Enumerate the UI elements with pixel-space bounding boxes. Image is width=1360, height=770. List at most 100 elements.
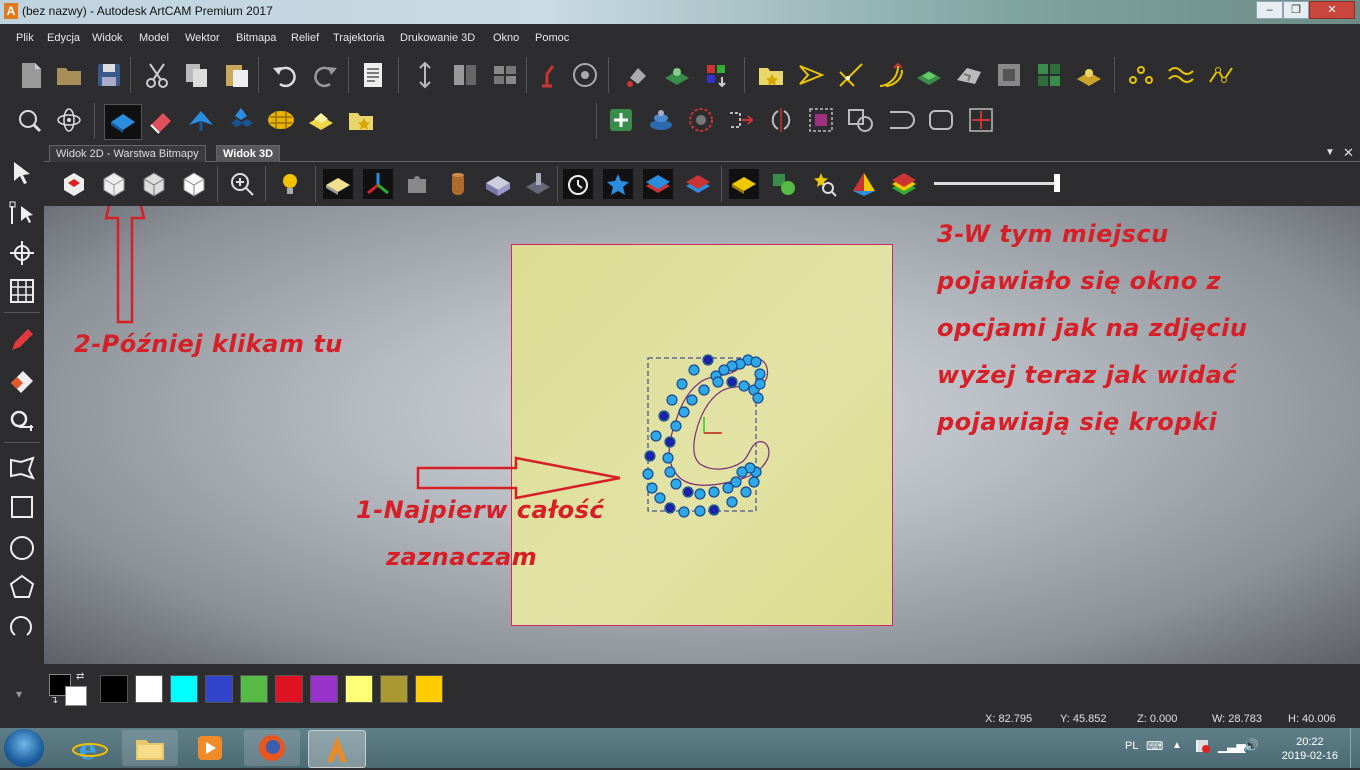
vector-layer-icon[interactable] <box>662 60 692 90</box>
taskbar-file-explorer[interactable] <box>122 730 178 766</box>
relief-gold-icon[interactable] <box>1074 60 1104 90</box>
measure-icon[interactable] <box>7 405 37 435</box>
star-folder-icon[interactable] <box>756 60 786 90</box>
zoom-in-icon[interactable] <box>227 169 257 199</box>
pencil-icon[interactable] <box>7 325 37 355</box>
blue-star-relief-icon[interactable] <box>603 169 633 199</box>
transform-icon[interactable] <box>7 238 37 268</box>
toolbox-more-icon[interactable]: ▾ <box>16 687 22 701</box>
exaggeration-slider-track[interactable] <box>934 182 1058 185</box>
tabs-close-icon[interactable]: ✕ <box>1343 145 1354 161</box>
paint-bucket-icon[interactable] <box>622 60 652 90</box>
color-layers-icon[interactable] <box>702 60 732 90</box>
menu-relief[interactable]: Relief <box>291 32 319 44</box>
eraser-icon[interactable] <box>7 365 37 395</box>
palette-swatch-gold[interactable] <box>415 675 443 703</box>
zoom-region-icon[interactable] <box>14 105 44 135</box>
relief-stack-icon[interactable] <box>646 105 676 135</box>
relief-frame-icon[interactable] <box>994 60 1024 90</box>
stopwatch-icon[interactable] <box>563 169 593 199</box>
color-pyramid-icon[interactable] <box>849 169 879 199</box>
add-relief-icon[interactable] <box>606 105 636 135</box>
relief-green-icon[interactable] <box>914 60 944 90</box>
rounded-rect-icon[interactable] <box>926 105 956 135</box>
axes-icon[interactable] <box>363 169 393 199</box>
cube-top-icon[interactable] <box>179 169 209 199</box>
secondary-color-swatch[interactable] <box>65 686 87 706</box>
maximize-button[interactable]: ❐ <box>1283 1 1309 19</box>
menu-drukowanie-3d[interactable]: Drukowanie 3D <box>400 32 475 44</box>
paste-icon[interactable] <box>222 60 252 90</box>
relief-extrude-icon[interactable] <box>186 105 216 135</box>
relief-folder-star-icon[interactable] <box>346 105 376 135</box>
palette-swatch-purple[interactable] <box>310 675 338 703</box>
volume-icon[interactable]: 🔊 <box>1243 738 1259 754</box>
taskbar-clock[interactable]: 20:22 2019-02-16 <box>1282 735 1338 763</box>
start-button[interactable] <box>4 729 44 767</box>
palette-swatch-cyan[interactable] <box>170 675 198 703</box>
relief-tiles-icon[interactable] <box>1034 60 1064 90</box>
trim-vector-icon[interactable] <box>836 60 866 90</box>
document-properties-icon[interactable] <box>358 60 388 90</box>
plane-view-icon[interactable] <box>323 169 353 199</box>
rectangle-tool-icon[interactable] <box>7 492 37 522</box>
palette-swatch-green[interactable] <box>240 675 268 703</box>
menu-widok[interactable]: Widok <box>92 32 123 44</box>
puzzle-icon[interactable] <box>403 169 433 199</box>
tab-widok-2d[interactable]: Widok 2D - Warstwa Bitmapy <box>49 145 206 162</box>
new-file-icon[interactable] <box>16 60 46 90</box>
offset-vector-icon[interactable] <box>876 60 906 90</box>
pattern-relief-icon[interactable] <box>686 105 716 135</box>
cube-iso-red-icon[interactable] <box>59 169 89 199</box>
relief-sweep-icon[interactable] <box>226 105 256 135</box>
compass-icon[interactable] <box>570 60 600 90</box>
network-icon[interactable]: ▁▃▅ <box>1218 739 1246 753</box>
polygon-tool-icon[interactable] <box>7 572 37 602</box>
copy-icon[interactable] <box>182 60 212 90</box>
clip-relief-icon[interactable] <box>806 105 836 135</box>
close-button[interactable]: ✕ <box>1309 1 1355 19</box>
circle-tool-icon[interactable] <box>7 533 37 563</box>
light-bulb-icon[interactable] <box>275 169 305 199</box>
language-indicator[interactable]: PL <box>1125 740 1138 752</box>
relief-weave-icon[interactable] <box>266 105 296 135</box>
exaggeration-slider-handle[interactable] <box>1054 174 1060 192</box>
select-arrow-icon[interactable] <box>7 158 37 188</box>
node-points-icon[interactable] <box>1126 60 1156 90</box>
menu-wektor[interactable]: Wektor <box>185 32 220 44</box>
cube-front-icon[interactable] <box>99 169 129 199</box>
dimension-icon[interactable] <box>410 60 440 90</box>
redo-icon[interactable] <box>310 60 340 90</box>
minimize-button[interactable]: – <box>1256 1 1283 19</box>
taskbar-internet-explorer[interactable]: e <box>62 730 118 766</box>
show-desktop-button[interactable] <box>1350 728 1360 768</box>
menu-bitmapa[interactable]: Bitmapa <box>236 32 276 44</box>
open-vector-icon[interactable] <box>886 105 916 135</box>
palette-swatch-blue[interactable] <box>205 675 233 703</box>
material-block-icon[interactable] <box>443 169 473 199</box>
palette-swatch-white[interactable] <box>135 675 163 703</box>
artcam-app-icon[interactable]: A <box>4 3 18 19</box>
menu-pomoc[interactable]: Pomoc <box>535 32 569 44</box>
palette-swatch-light-yellow[interactable] <box>345 675 373 703</box>
tabs-dropdown-icon[interactable]: ▼ <box>1325 147 1335 158</box>
lamp-icon[interactable] <box>532 60 562 90</box>
move-relief-icon[interactable] <box>726 105 756 135</box>
color-layers-stack-icon[interactable] <box>889 169 919 199</box>
palette-swatch-red[interactable] <box>275 675 303 703</box>
mirror-relief-icon[interactable] <box>766 105 796 135</box>
yellow-plate-icon[interactable] <box>729 169 759 199</box>
undo-icon[interactable] <box>270 60 300 90</box>
atom-view-icon[interactable] <box>54 105 84 135</box>
cut-icon[interactable] <box>142 60 172 90</box>
show-hidden-icons-icon[interactable]: ▲ <box>1172 740 1182 751</box>
action-center-flag-icon[interactable] <box>1196 740 1210 753</box>
wave-toolpath-icon[interactable] <box>1166 60 1196 90</box>
taskbar-firefox[interactable] <box>244 730 300 766</box>
star-search-icon[interactable] <box>809 169 839 199</box>
relief-yellow-plate-icon[interactable] <box>306 105 336 135</box>
split-view-icon[interactable] <box>450 60 480 90</box>
scale-relief-icon[interactable] <box>966 105 996 135</box>
palette-swatch-black[interactable] <box>100 675 128 703</box>
node-edit-icon[interactable] <box>7 198 37 228</box>
